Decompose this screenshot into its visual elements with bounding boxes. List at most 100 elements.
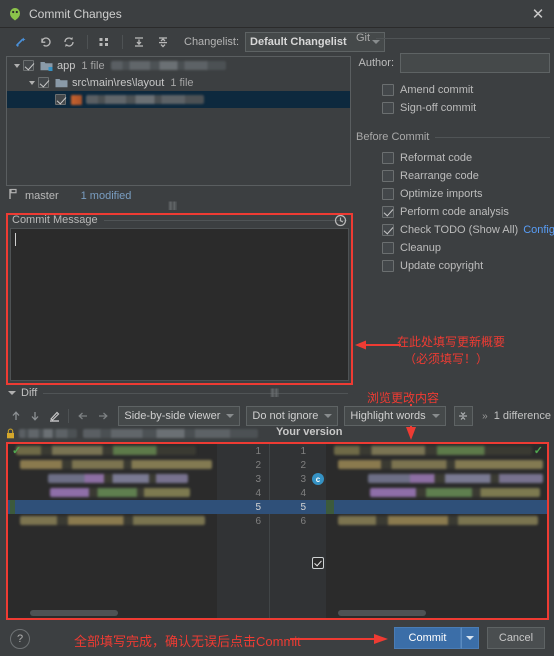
diff-line [326,514,547,528]
line-number-left: 2 [255,459,261,471]
refresh-icon[interactable] [58,31,80,53]
configure-link[interactable]: Configure [523,224,554,236]
viewer-mode-select[interactable]: Side-by-side viewer [118,406,241,426]
more-options-chevron-icon[interactable]: » [482,411,488,422]
modified-count[interactable]: 1 modified [81,190,132,202]
collapse-unchanged-icon[interactable] [453,406,474,426]
checkbox-update-copyright[interactable]: Update copyright [356,257,550,275]
tree-row-app[interactable]: app 1 file [7,57,350,74]
gutter-row: 2 2 c [217,458,326,485]
checkbox-box[interactable] [382,188,394,200]
divider [43,392,348,394]
group-by-icon[interactable] [93,31,115,53]
checkbox-check-todo[interactable]: Check TODO (Show All) Configure [356,221,554,239]
diff-line [8,514,217,528]
tree-row-layout-dir[interactable]: src\main\res\layout 1 file [7,74,350,91]
redacted-filename [86,95,204,104]
branch-icon [8,188,19,203]
toolbar-divider-2 [122,35,123,49]
line-number-right: 5 [300,501,306,513]
diff-line [8,472,217,486]
history-clock-icon[interactable] [334,214,347,227]
checkbox-box[interactable] [382,102,394,114]
checkbox-label: Check TODO (Show All) [400,224,519,236]
intellij-logo-icon [8,7,22,21]
annotation-fill-summary-line1: 在此处填写更新概要 [397,335,506,349]
splitter-grip-2[interactable]: |||||| [270,387,279,397]
close-icon[interactable]: ✕ [528,4,548,24]
checkbox-sign-off-commit[interactable]: Sign-off commit [356,99,550,117]
checkbox-box[interactable] [382,260,394,272]
whitespace-mode-value: Do not ignore [252,410,319,422]
edit-icon[interactable] [45,406,64,426]
checkbox-amend-commit[interactable]: Amend commit [356,81,550,99]
horizontal-scrollbar-right[interactable] [338,610,426,616]
divider [435,136,550,138]
difference-count: 1 difference [493,410,552,422]
splitter-grip[interactable]: |||||| [168,200,177,210]
diff-toolbar: Side-by-side viewer Do not ignore Highli… [6,405,551,427]
line-number-right: 6 [300,515,306,527]
prev-difference-icon[interactable] [6,406,25,426]
diff-insert-marker [10,500,15,514]
line-number-left: 1 [255,445,261,457]
horizontal-scrollbar-left[interactable] [30,610,118,616]
toolbar-divider [87,35,88,49]
window-title: Commit Changes [29,6,122,21]
xml-file-icon [71,94,82,105]
checkbox-box[interactable] [382,206,394,218]
diff-pane-right[interactable]: ✓ [326,444,547,618]
checkbox-reformat-code[interactable]: Reformat code [356,149,550,167]
expand-arrow-icon[interactable] [11,63,23,69]
before-commit-group-title: Before Commit [356,131,550,143]
changed-files-tree[interactable]: app 1 file src\main\res\layout 1 file [6,56,351,186]
checkbox-box[interactable] [55,94,66,105]
rollback-icon[interactable] [34,31,56,53]
your-version-label: Your version [276,426,343,438]
tree-row-modified-file[interactable] [7,91,350,108]
checkbox-optimize-imports[interactable]: Optimize imports [356,185,550,203]
author-field[interactable] [400,53,550,73]
expand-arrow-icon[interactable] [26,80,38,86]
gutter-row: 6 6 [217,514,326,528]
help-button[interactable]: ? [10,629,30,649]
title-bar: Commit Changes ✕ [0,0,554,28]
add-to-changelist-icon[interactable] [10,31,32,53]
collapse-all-icon[interactable] [152,31,174,53]
accept-right-icon[interactable]: ✓ [534,444,543,457]
gutter-row: 4 4 [217,486,326,500]
diff-pane-left[interactable]: ✓ [8,444,217,618]
commit-dropdown-button[interactable] [461,627,479,649]
tree-row-label: src\main\res\layout [72,76,165,89]
checkbox-box[interactable] [23,60,34,71]
checkbox-box[interactable] [38,77,49,88]
expand-all-icon[interactable] [128,31,150,53]
line-number-right: 4 [300,487,306,499]
checkbox-cleanup[interactable]: Cleanup [356,239,550,257]
checkbox-box[interactable] [382,242,394,254]
checkbox-box[interactable] [382,84,394,96]
prev-file-icon[interactable] [73,406,92,426]
viewer-mode-value: Side-by-side viewer [124,410,221,422]
commit-message-input[interactable] [10,228,349,381]
next-file-icon[interactable] [93,406,112,426]
line-number-left: 4 [255,487,261,499]
cancel-button[interactable]: Cancel [487,627,545,649]
chevron-down-icon[interactable] [8,391,16,395]
next-difference-icon[interactable] [25,406,44,426]
apply-change-checkbox[interactable] [312,557,324,569]
checkbox-box[interactable] [382,152,394,164]
gutter-row: 1 1 [217,444,326,458]
accept-left-icon[interactable]: ✓ [12,444,21,457]
highlight-mode-select[interactable]: Highlight words [344,406,446,426]
whitespace-mode-select[interactable]: Do not ignore [246,406,339,426]
commit-button[interactable]: Commit [394,627,461,649]
annotation-browse-changes: 浏览更改内容 [367,391,440,405]
divider [376,37,550,39]
checkbox-box[interactable] [382,224,394,236]
redacted-file-path-a [19,429,77,438]
checkbox-rearrange-code[interactable]: Rearrange code [356,167,550,185]
annotation-bottom-hint: 全部填写完成，确认无误后点击Commit [74,634,301,649]
checkbox-perform-code-analysis[interactable]: Perform code analysis [356,203,550,221]
checkbox-box[interactable] [382,170,394,182]
